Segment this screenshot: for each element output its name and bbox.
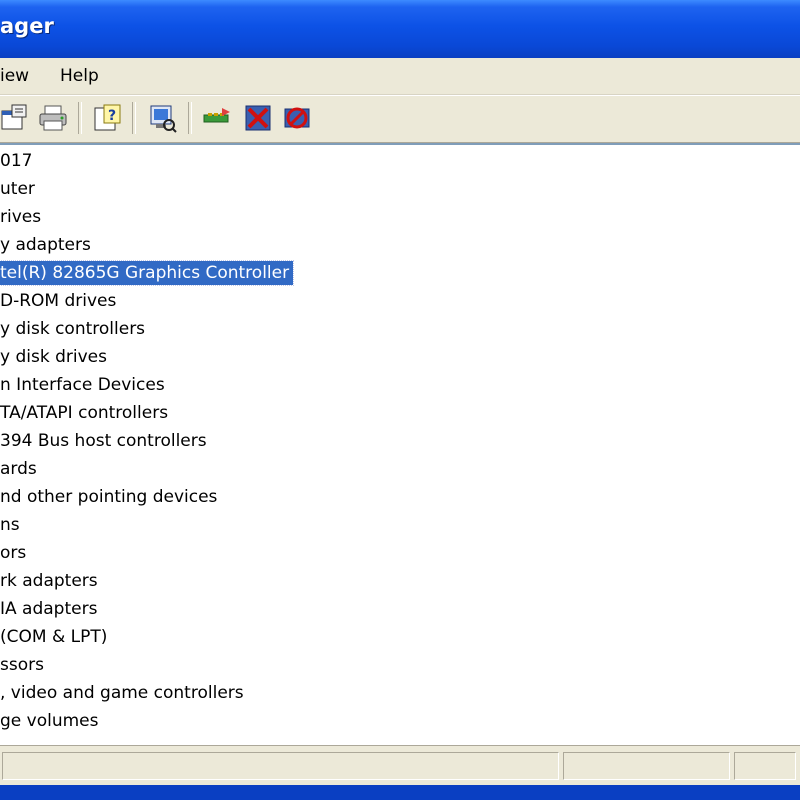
disable-device-icon[interactable] [243,103,273,133]
status-pane-grip [734,752,796,780]
scan-hardware-icon[interactable] [147,103,177,133]
tree-item[interactable]: TA/ATAPI controllers [0,401,172,425]
tree-item-label: 017 [0,151,33,171]
device-manager-window: ager iew Help ? 017 uter rives y adapter… [0,0,800,800]
tree-item-label: y adapters [0,235,91,255]
tree-item[interactable]: y adapters [0,233,95,257]
tree-item-selected[interactable]: tel(R) 82865G Graphics Controller [0,260,295,286]
tree-item[interactable]: IA adapters [0,597,101,621]
tree-item[interactable]: uter [0,177,39,201]
tree-item-label: y disk controllers [0,319,146,339]
tree-item[interactable]: ge volumes [0,709,103,733]
tree-item-label: ns [0,515,20,535]
tree-item-label: ards [0,459,37,479]
title-bar[interactable]: ager [0,0,800,58]
tree-item[interactable]: D-ROM drives [0,289,120,313]
tree-item-label: ge volumes [0,711,99,731]
tree-item[interactable]: 394 Bus host controllers [0,429,211,453]
tree-item-label: ssors [0,655,44,675]
tree-item-label: nd other pointing devices [0,487,218,507]
device-tree[interactable]: 017 uter rives y adapters tel(R) 82865G … [0,143,800,745]
tree-item[interactable]: ors [0,541,30,565]
tree-item-label: TA/ATAPI controllers [0,403,169,423]
status-pane-secondary [563,752,730,780]
window-frame-bottom [0,785,800,800]
tree-item[interactable]: , video and game controllers [0,681,248,705]
tree-item[interactable]: y disk drives [0,345,111,369]
uninstall-device-icon[interactable] [282,103,312,133]
tree-item-label: rives [0,207,42,227]
tree-item-label: , video and game controllers [0,683,244,703]
menu-help[interactable]: Help [60,66,99,86]
tree-item[interactable]: y disk controllers [0,317,149,341]
update-driver-icon[interactable] [202,103,232,133]
help-icon[interactable]: ? [92,103,122,133]
tree-item[interactable]: ards [0,457,41,481]
tree-item[interactable]: rk adapters [0,569,102,593]
toolbar-separator [188,102,192,134]
toolbar-separator [132,102,136,134]
tree-item[interactable]: (COM & LPT) [0,625,111,649]
menu-view[interactable]: iew [0,66,29,86]
tree-item[interactable]: ns [0,513,24,537]
toolbar-separator [78,102,82,134]
tree-item-label: uter [0,179,35,199]
window-title: ager [0,14,54,38]
tree-item-label: y disk drives [0,347,107,367]
tree-item[interactable]: 017 [0,149,36,173]
tree-item-label: n Interface Devices [0,375,165,395]
tree-item[interactable]: ssors [0,653,48,677]
tree-item[interactable]: rives [0,205,45,229]
tree-item-label: (COM & LPT) [0,627,108,647]
tree-item-label: D-ROM drives [0,291,117,311]
tree-item-label: IA adapters [0,599,98,619]
svg-text:?: ? [108,108,116,124]
tree-item[interactable]: nd other pointing devices [0,485,221,509]
tree-item-label: rk adapters [0,571,98,591]
tree-item[interactable]: n Interface Devices [0,373,169,397]
status-bar [0,745,800,786]
toolbar: ? [0,95,800,143]
status-pane-main [2,752,559,780]
menu-bar: iew Help [0,58,800,95]
tree-item-label: ors [0,543,27,563]
tree-item-label: 394 Bus host controllers [0,431,207,451]
tree-item-label: tel(R) 82865G Graphics Controller [0,260,295,286]
print-icon[interactable] [38,103,68,133]
properties-icon[interactable] [0,103,30,133]
